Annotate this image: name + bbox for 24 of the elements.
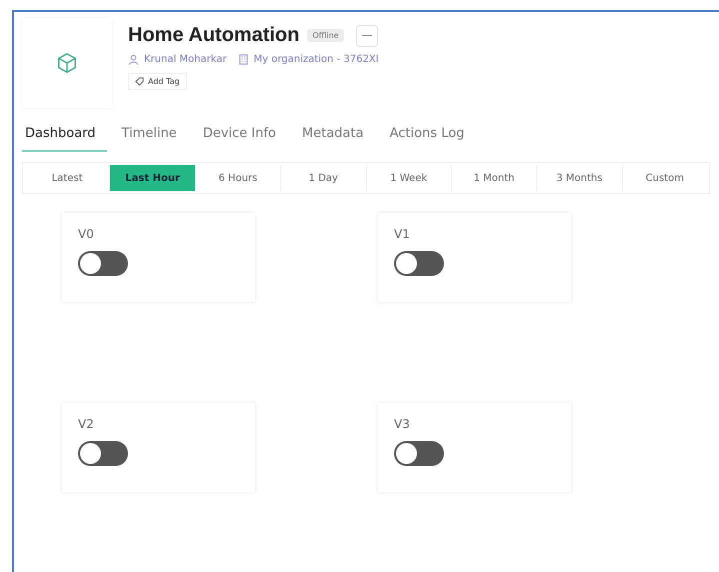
cube-icon [56,52,78,74]
toggle-switch[interactable] [78,441,128,466]
device-title: Home Automation [128,24,300,47]
widget-label: V0 [78,227,94,241]
toggle-switch[interactable] [78,251,128,276]
tab[interactable]: Timeline [118,120,188,152]
tag-icon [135,77,144,86]
tab[interactable]: Device Info [200,120,288,152]
user-icon [128,54,139,65]
ellipsis-icon [362,34,372,37]
widget-label: V2 [78,417,94,431]
widget-label: V1 [394,227,410,241]
widget-label: V3 [394,417,410,431]
owner-link[interactable]: Krunal Moharkar [144,54,227,65]
toggle-switch[interactable] [394,441,444,466]
tab[interactable]: Dashboard [22,120,107,152]
time-range-button[interactable]: Last Hour [109,165,195,191]
building-icon [238,54,249,65]
tab[interactable]: Actions Log [386,120,476,152]
add-tag-button[interactable]: Add Tag [128,73,187,90]
toggle-switch[interactable] [394,251,444,276]
tab[interactable]: Metadata [299,120,375,152]
organization-link[interactable]: My organization - 3762XI [254,54,379,65]
status-badge: Offline [307,29,344,42]
